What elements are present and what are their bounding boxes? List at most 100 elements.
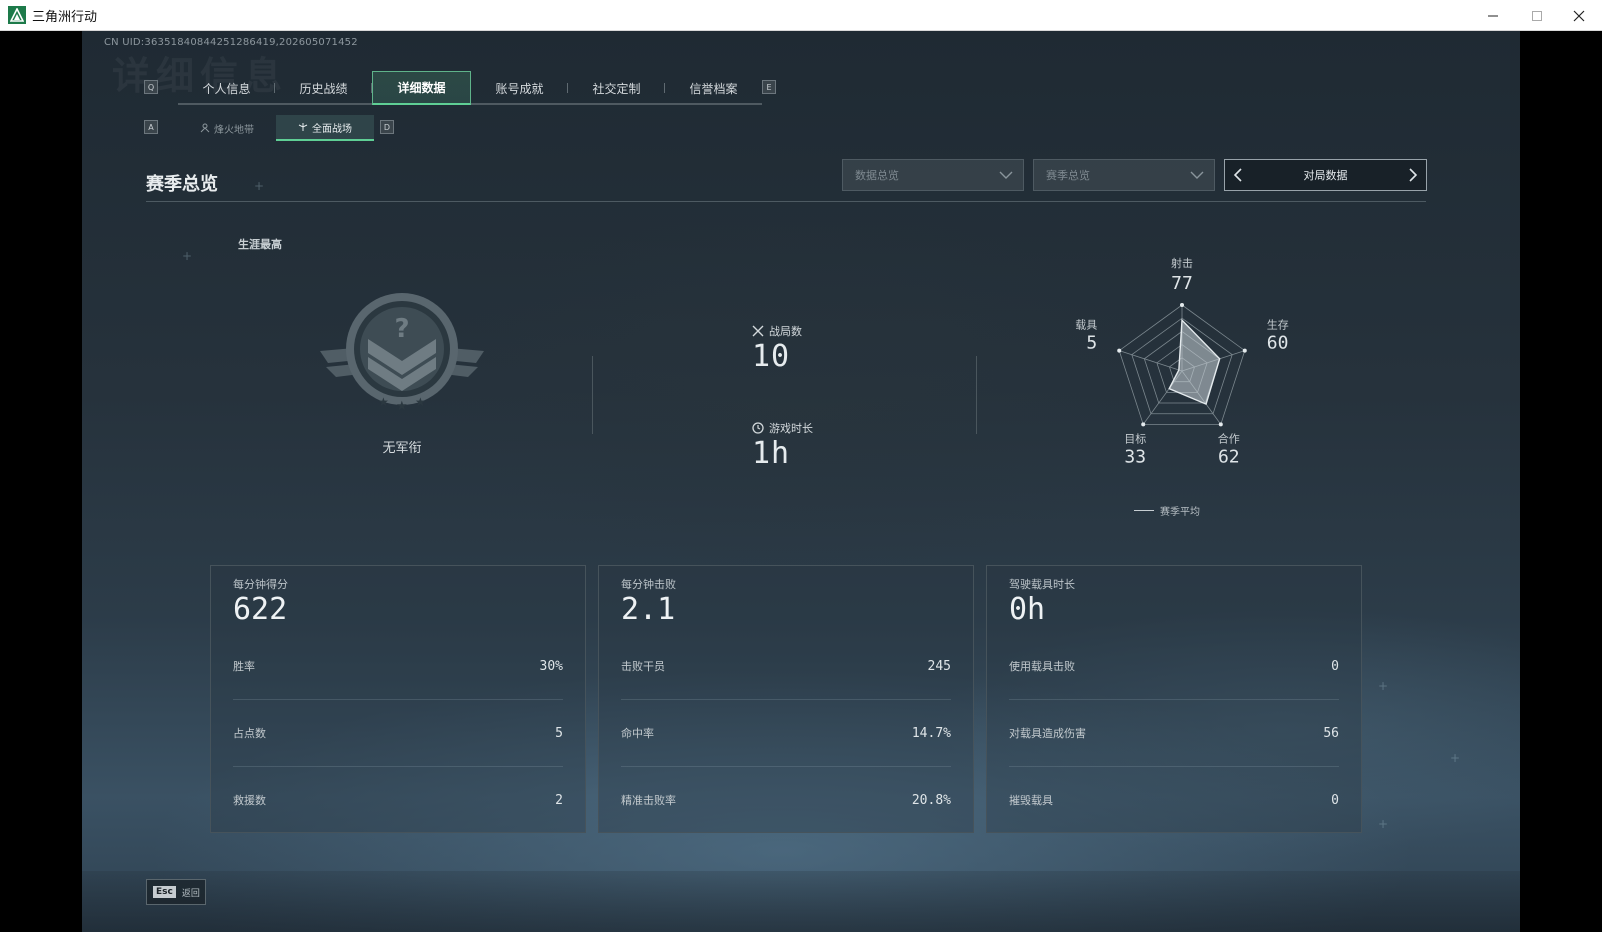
tab-detailed-data[interactable]: 详细数据 [372,71,471,105]
chevron-right-icon[interactable] [1406,167,1420,183]
window-titlebar: 三角洲行动 [0,0,1602,31]
tab-next-key[interactable]: E [762,80,776,94]
tab-label: 详细数据 [397,81,446,95]
section-title: 赛季总览 [146,174,218,195]
decor-cross-icon: + [182,249,193,263]
app-logo-icon [8,6,26,24]
radar-axis-value: 33 [1124,446,1146,467]
decor-cross-icon: + [1378,679,1389,693]
svg-text:★: ★ [396,399,408,414]
match-data-selector[interactable]: 对局数据 [1224,159,1427,191]
player-uid: CN UID:36351840844251286419,202605071452 [104,37,358,48]
radar-axis-name: 载具 [1075,319,1097,332]
radar-axis-endpoint [1242,348,1247,353]
chevron-down-icon [999,171,1013,179]
match-data-label: 对局数据 [1303,169,1348,182]
mode-subtabs: 烽火地带 全面战场 [178,115,374,141]
svg-text:★: ★ [415,395,426,409]
radar-axis-value: 5 [1086,333,1097,354]
crossed-swords-icon [752,325,764,337]
clock-icon [752,422,764,434]
card-main-value: 2.1 [621,592,676,627]
chevron-left-icon[interactable] [1231,167,1245,183]
row-divider [233,699,563,700]
legend-label: 赛季平均 [1160,507,1200,518]
radar-axis-value: 60 [1267,333,1289,354]
row-label: 对载具造成伤害 [1009,727,1086,740]
playtime-value: 1h [752,436,791,471]
window-title: 三角洲行动 [32,9,98,25]
row-label: 摧毁载具 [1009,794,1053,807]
chevron-down-icon [1190,171,1204,179]
playtime-label-text: 游戏时长 [769,422,813,435]
dropdown-value: 数据总览 [855,169,899,182]
subtab-prev-key[interactable]: A [144,120,158,134]
radar-axis-endpoint [1141,422,1146,427]
card-title: 每分钟得分 [233,578,288,591]
row-value: 0 [1331,658,1339,674]
tab-social[interactable]: 社交定制 [568,71,665,105]
back-button[interactable]: Esc 返回 [146,879,206,905]
row-label: 击败干员 [621,660,665,673]
subtab-warfare[interactable]: 全面战场 [276,115,374,141]
card-row: 胜率 30% [233,651,563,681]
close-icon [1573,10,1585,21]
row-label: 使用载具击败 [1009,660,1075,673]
bottom-bar [82,871,1520,932]
row-value: 245 [927,658,951,674]
playtime-stat-label: 游戏时长 [752,420,813,436]
close-button[interactable] [1556,0,1602,31]
season-overview-dropdown[interactable]: 赛季总览 [1033,159,1215,191]
row-value: 14.7% [911,725,951,741]
minimize-button[interactable] [1470,0,1516,31]
radar-axis-endpoint [1117,348,1122,353]
card-row: 使用载具击败 0 [1009,651,1339,681]
legend-line-icon [1134,510,1154,511]
svg-text:★: ★ [378,395,389,409]
radar-axis-value: 77 [1171,273,1193,294]
subtab-operations[interactable]: 烽火地带 [178,115,276,141]
radar-legend: 赛季平均 [1134,503,1200,518]
stats-divider [976,356,977,434]
tab-prev-key[interactable]: Q [144,80,158,94]
dropdown-value: 赛季总览 [1046,169,1090,182]
subtab-label: 烽火地带 [214,124,254,136]
tab-profile[interactable]: 个人信息 [178,71,275,105]
row-divider [1009,699,1339,700]
minimize-icon [1488,15,1498,16]
row-value: 20.8% [911,792,951,808]
card-row: 对载具造成伤害 56 [1009,718,1339,748]
row-value: 30% [539,658,563,674]
tab-credit-record[interactable]: 信誉档案 [665,71,762,105]
radar-axis-endpoint [1218,422,1223,427]
radar-axis-endpoint [1180,303,1184,307]
tab-label: 历史战绩 [299,81,348,96]
row-divider [233,766,563,767]
tab-history[interactable]: 历史战绩 [275,71,372,105]
data-overview-dropdown[interactable]: 数据总览 [842,159,1024,191]
kills-card: 每分钟击败 2.1 击败干员 245 命中率 14.7% 精准击败率 20.8% [598,565,974,833]
card-row: 占点数 5 [233,718,563,748]
row-label: 占点数 [233,727,266,740]
matches-stat-label: 战局数 [752,323,802,339]
subtab-label: 全面战场 [312,123,352,135]
radar-axis-line [1119,350,1183,372]
row-label: 精准击败率 [621,794,676,807]
row-label: 救援数 [233,794,266,807]
decor-cross-icon: + [1450,751,1461,765]
tab-achievements[interactable]: 账号成就 [471,71,568,105]
decor-cross-icon: + [254,179,265,193]
subtab-next-key[interactable]: D [380,120,394,134]
maximize-icon [1532,10,1542,21]
matches-value: 10 [752,339,791,374]
row-divider [621,766,951,767]
card-title: 驾驶载具时长 [1009,578,1075,591]
maximize-button[interactable] [1514,0,1560,31]
tab-label: 个人信息 [202,81,251,96]
radar-axis-name: 合作 [1218,431,1240,445]
row-value: 56 [1323,725,1339,741]
row-divider [1009,766,1339,767]
card-row: 救援数 2 [233,785,563,815]
stats-divider [592,356,593,434]
card-row: 摧毁载具 0 [1009,785,1339,815]
